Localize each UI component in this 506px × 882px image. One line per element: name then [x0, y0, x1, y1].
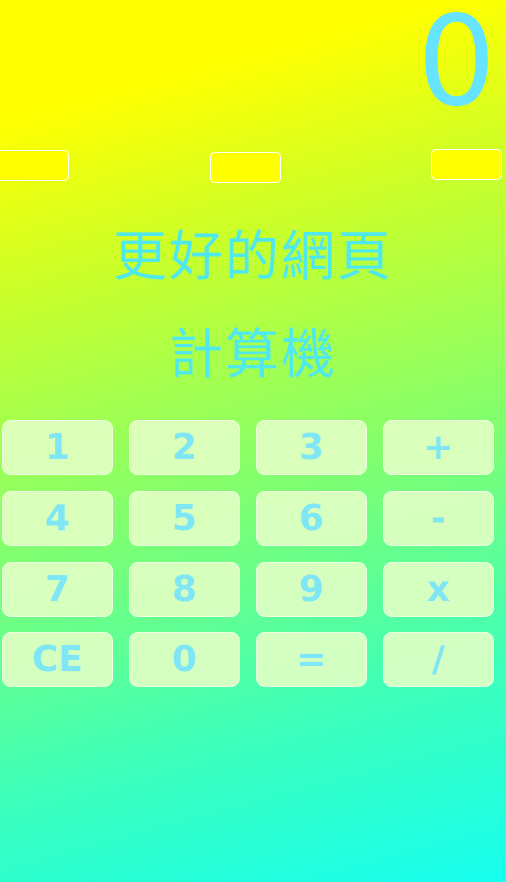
- key-1[interactable]: 1: [2, 420, 113, 475]
- key-8[interactable]: 8: [129, 562, 240, 617]
- result-display: 0: [417, 0, 496, 134]
- keypad: 1 2 3 + 4 5 6 - 7 8 9 x CE 0 = /: [2, 420, 495, 688]
- key-5[interactable]: 5: [129, 491, 240, 546]
- key-7[interactable]: 7: [2, 562, 113, 617]
- key-0[interactable]: 0: [129, 632, 240, 687]
- memory-slot-right[interactable]: [431, 149, 502, 180]
- key-2[interactable]: 2: [129, 420, 240, 475]
- key-4[interactable]: 4: [2, 491, 113, 546]
- key-divide[interactable]: /: [383, 632, 494, 687]
- memory-slot-left[interactable]: [0, 150, 69, 181]
- key-9[interactable]: 9: [256, 562, 367, 617]
- key-minus[interactable]: -: [383, 491, 494, 546]
- app-title-line-2: 計算機: [169, 323, 337, 386]
- key-equals[interactable]: =: [256, 632, 367, 687]
- key-multiply[interactable]: x: [383, 562, 494, 617]
- key-plus[interactable]: +: [383, 420, 494, 475]
- key-3[interactable]: 3: [256, 420, 367, 475]
- key-clear[interactable]: CE: [2, 632, 113, 687]
- key-6[interactable]: 6: [256, 491, 367, 546]
- app-title-line-1: 更好的網頁: [113, 225, 393, 288]
- memory-slot-center[interactable]: [210, 152, 281, 183]
